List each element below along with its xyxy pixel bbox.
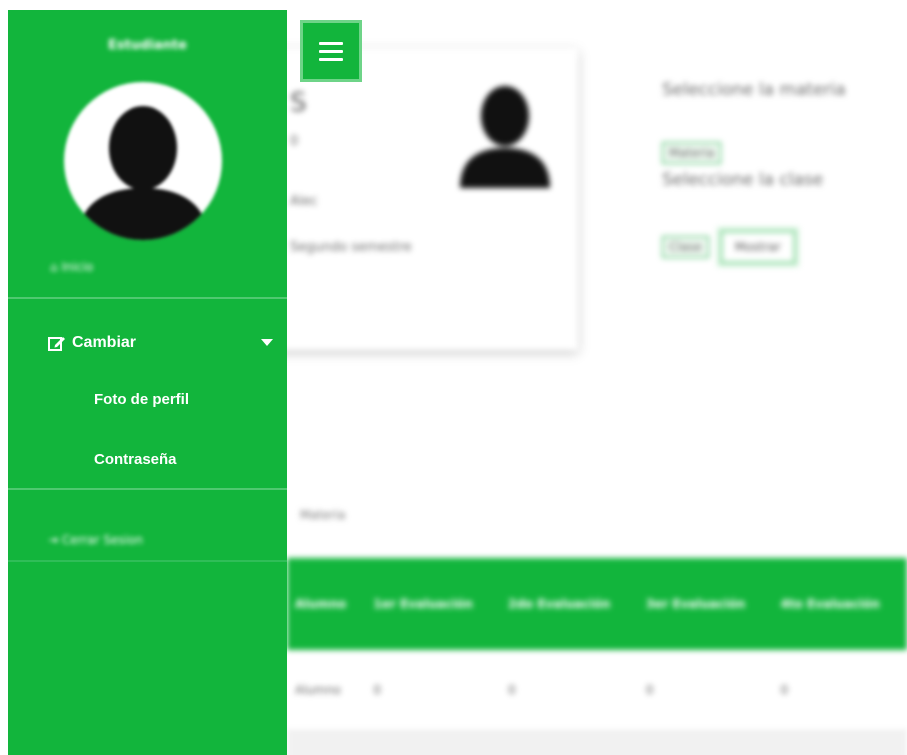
profile-semester: Segundo semestre <box>290 240 412 255</box>
header-student: Alumno <box>287 558 366 650</box>
cell-eval-1: 0 <box>365 650 500 731</box>
user-silhouette-icon <box>78 106 208 240</box>
sidebar-username: Estudiante <box>108 38 187 53</box>
sidebar-item-home[interactable]: ⌂ Inicio <box>50 260 93 274</box>
header-eval-2: 2do Evaluación <box>499 558 638 650</box>
logout-icon: ⇥ <box>48 533 62 547</box>
class-select[interactable]: Clase <box>662 236 709 258</box>
header-eval-1: 1er Evaluación <box>365 558 500 650</box>
profile-role: Alec <box>290 194 318 209</box>
selector-area: Seleccione la materia Materia Seleccione… <box>662 80 907 264</box>
table-header-row: Alumno 1er Evaluación 2do Evaluación 3er… <box>287 558 907 650</box>
sidebar-divider <box>8 560 287 562</box>
sidebar-divider <box>8 488 287 490</box>
app-screen: S 0 Alec Segundo semestre Seleccione la … <box>0 0 907 755</box>
sidebar-item-change[interactable]: Cambiar <box>48 328 273 358</box>
user-silhouette-icon <box>460 86 550 188</box>
header-eval-4: 4to Evaluación <box>772 558 907 650</box>
menu-toggle-button[interactable] <box>300 20 362 82</box>
profile-id: 0 <box>290 134 299 149</box>
avatar[interactable] <box>64 82 222 240</box>
cell-eval-3: 0 <box>637 650 773 731</box>
table-caption: Materia <box>300 508 346 522</box>
sidebar-subitem-password[interactable]: Contraseña <box>94 451 177 468</box>
show-button[interactable]: Mostrar <box>719 230 796 264</box>
table-row <box>287 730 907 755</box>
cell-student: Alumno <box>287 650 366 731</box>
grades-table: Alumno 1er Evaluación 2do Evaluación 3er… <box>287 558 907 755</box>
menu-icon <box>319 41 343 45</box>
sidebar-item-logout[interactable]: ⇥ Cerrar Sesion <box>48 533 143 547</box>
sidebar-item-label: Cambiar <box>72 334 137 351</box>
header-eval-3: 3er Evaluación <box>637 558 773 650</box>
profile-name: S <box>290 88 307 118</box>
sidebar-divider <box>8 297 287 299</box>
subject-select[interactable]: Materia <box>662 142 722 164</box>
edit-icon <box>48 337 65 351</box>
subject-label: Seleccione la materia <box>662 80 846 100</box>
cell-eval-4: 0 <box>772 650 907 731</box>
home-icon: ⌂ <box>50 260 62 274</box>
sidebar-subitem-profile-photo[interactable]: Foto de perfil <box>94 391 189 408</box>
cell-eval-2: 0 <box>499 650 638 731</box>
table-row: Alumno 0 0 0 0 <box>287 650 907 731</box>
profile-card: S 0 Alec Segundo semestre <box>250 48 578 350</box>
class-label: Seleccione la clase <box>662 170 824 190</box>
chevron-down-icon <box>261 339 273 346</box>
sidebar: Estudiante ⌂ Inicio Cambiar Foto de perf… <box>8 10 287 755</box>
